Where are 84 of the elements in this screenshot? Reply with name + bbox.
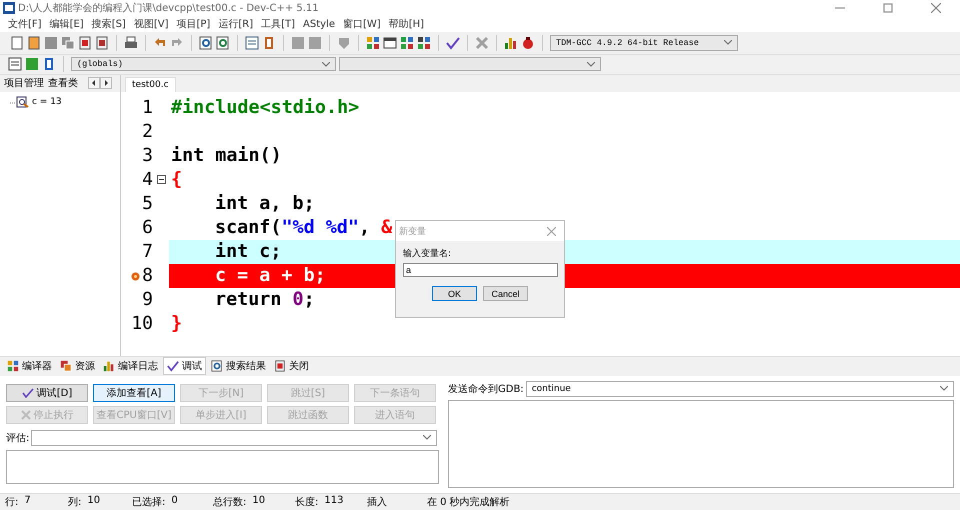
panel-tab[interactable]: 编译日志 — [100, 358, 161, 374]
watch-item[interactable]: c = 13 — [32, 96, 62, 107]
line-number: 2 — [142, 121, 153, 142]
panel-tab[interactable]: 查看类 — [48, 76, 78, 90]
compiler-select[interactable]: TDM-GCC 4.9.2 64-bit Release — [550, 34, 738, 51]
line-number: 10 — [131, 313, 153, 334]
caret-icon — [724, 40, 732, 46]
status-label: 长度: — [295, 496, 318, 510]
dialog-button[interactable]: OK — [432, 286, 477, 301]
dialog-button[interactable]: Cancel — [483, 286, 528, 301]
status-label: 总行数: — [213, 496, 246, 510]
code-line: scanf("%d %d", & — [215, 217, 392, 238]
status-label: 已选择: — [132, 496, 166, 510]
menu-item[interactable]: 项目[P] — [172, 17, 214, 32]
status-value: 10 — [87, 495, 100, 508]
menu-item[interactable]: 视图[V] — [130, 17, 172, 32]
menu-item[interactable]: 文件[F] — [4, 17, 46, 32]
cross-icon — [20, 410, 30, 420]
evaluate-label: 评估: — [6, 432, 30, 445]
check-icon — [22, 388, 34, 398]
scope-select[interactable]: (globals) — [71, 57, 336, 72]
menu-item[interactable]: AStyle — [299, 18, 339, 30]
file-tab[interactable]: test00.c — [125, 76, 176, 92]
gdb-command-field[interactable]: continue — [526, 380, 954, 397]
status-value: 7 — [24, 495, 31, 508]
status-value: 113 — [324, 495, 344, 508]
code-line: int c; — [215, 241, 282, 262]
code-line: c = a + b; — [215, 265, 326, 286]
line-number: 5 — [142, 193, 153, 214]
code-line: int a, b; — [215, 193, 315, 214]
scroll-right-icon[interactable] — [100, 77, 112, 90]
new-file-icon[interactable] — [10, 36, 24, 50]
chart-icon[interactable] — [504, 36, 518, 50]
window-icon[interactable] — [383, 36, 397, 50]
line-number: 8 — [142, 265, 153, 286]
code-line: } — [171, 313, 182, 334]
code-line: #include<stdio.h> — [171, 97, 360, 118]
chart-icon — [103, 360, 115, 372]
line-number: 4 — [142, 169, 153, 190]
panel-tab[interactable]: 关闭 — [271, 358, 312, 374]
debug-button[interactable]: 添加查看[A] — [93, 384, 175, 402]
code-line: return 0; — [215, 289, 315, 310]
maximize-icon[interactable] — [883, 3, 893, 14]
status-label: 插入 — [367, 496, 387, 510]
dialog-title: 新变量 — [399, 226, 426, 238]
menu-item[interactable]: 工具[T] — [257, 17, 300, 32]
code-line: int main() — [171, 145, 282, 166]
menu-item[interactable]: 运行[R] — [214, 17, 258, 32]
status-label: 列: — [68, 496, 82, 510]
code-line: { — [171, 169, 182, 190]
status-label: 行: — [5, 496, 18, 510]
panel-tab[interactable]: 资源 — [57, 358, 98, 374]
panel-tab[interactable]: 项目管理 — [4, 76, 44, 90]
check-icon[interactable] — [446, 36, 460, 50]
menu-item[interactable]: 编辑[E] — [46, 17, 88, 32]
caret-icon — [587, 62, 595, 67]
line-number: 3 — [142, 145, 153, 166]
status-label: 在 0 秒内完成解析 — [427, 496, 510, 510]
print-icon[interactable] — [124, 36, 138, 50]
check-icon — [167, 360, 179, 372]
line-number: 6 — [142, 217, 153, 238]
status-value: 0 — [171, 495, 178, 508]
field-label: 输入变量名: — [403, 248, 452, 260]
status-value: 10 — [252, 495, 266, 508]
gdb-label: 发送命令到GDB: — [448, 382, 524, 396]
menu-item[interactable]: 搜索[S] — [88, 17, 130, 32]
fold-icon[interactable] — [156, 175, 166, 184]
line-number: 7 — [142, 241, 153, 262]
caret-icon — [322, 62, 330, 67]
caret-icon — [940, 386, 948, 392]
watch-icon — [10, 96, 30, 108]
panel-tab[interactable]: 搜索结果 — [208, 358, 269, 374]
caret-icon — [423, 435, 432, 440]
panel-tab[interactable]: 编译器 — [4, 358, 55, 374]
debug-button[interactable]: 调试[D] — [6, 384, 88, 402]
evaluate-field[interactable] — [31, 430, 438, 446]
menu-item[interactable]: 窗口[W] — [339, 17, 385, 32]
input-field[interactable]: a — [403, 263, 558, 277]
line-number: 1 — [142, 97, 153, 118]
scroll-left-icon[interactable] — [88, 77, 100, 90]
line-number: 9 — [142, 289, 153, 310]
panel-tab[interactable]: 调试 — [163, 357, 206, 376]
window-title: D:\人人都能学会的编程入门课\devcpp\test00.c - Dev-C++ 5.11 — [18, 2, 319, 16]
menu-item[interactable]: 帮助[H] — [384, 17, 428, 32]
